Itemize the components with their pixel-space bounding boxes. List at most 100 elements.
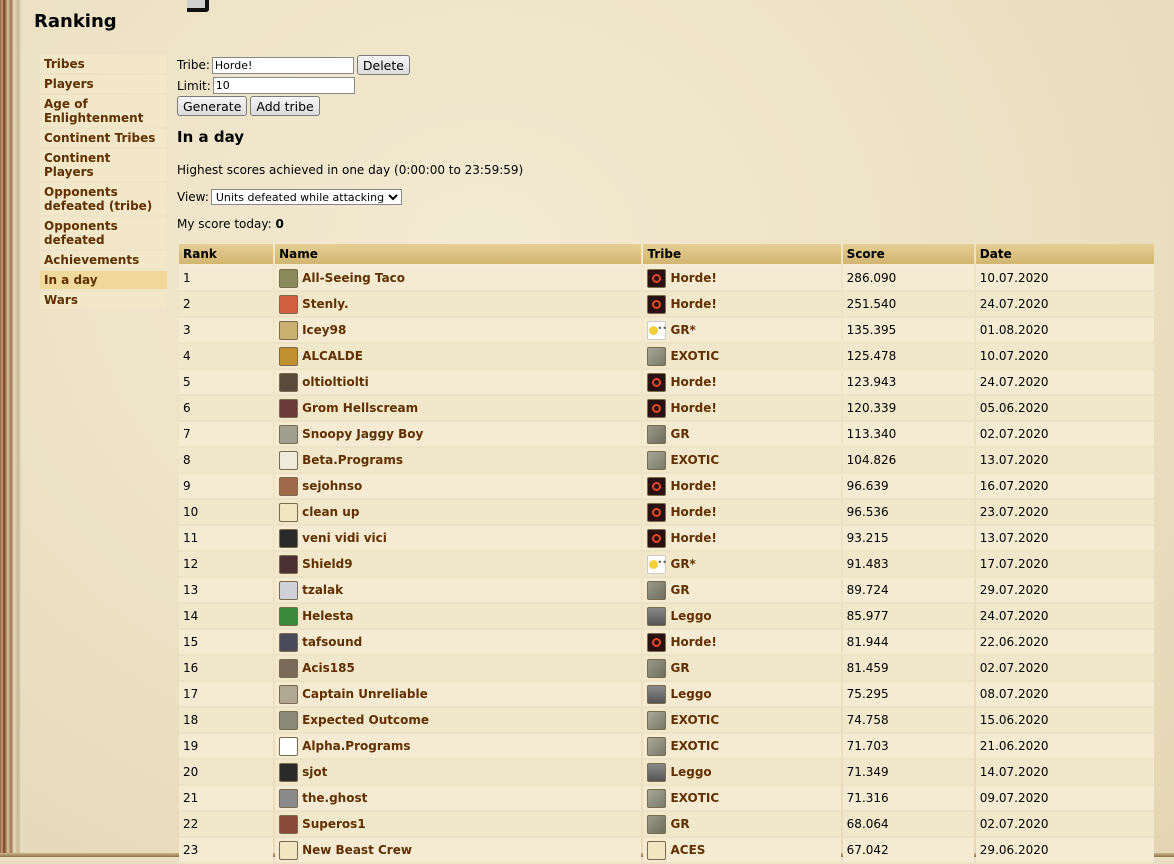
- tribe-link[interactable]: GR*: [670, 323, 695, 337]
- player-avatar-icon[interactable]: [279, 294, 299, 314]
- player-link[interactable]: Captain Unreliable: [302, 687, 428, 701]
- tribe-horde-icon[interactable]: [647, 268, 667, 288]
- player-link[interactable]: sjot: [302, 765, 327, 779]
- player-link[interactable]: clean up: [302, 505, 359, 519]
- sidebar-item-age-of-enlightenment[interactable]: Age of Enlightenment: [40, 95, 167, 127]
- header-score[interactable]: Score: [842, 244, 974, 266]
- tribe-exotic-icon[interactable]: [647, 346, 667, 366]
- player-avatar-icon[interactable]: [279, 606, 299, 626]
- tribe-horde-icon[interactable]: [647, 294, 667, 314]
- player-avatar-icon[interactable]: [279, 424, 299, 444]
- player-avatar-icon[interactable]: [279, 502, 299, 522]
- player-link[interactable]: Alpha.Programs: [302, 739, 410, 753]
- tribe-gr-icon[interactable]: [647, 814, 667, 834]
- player-link[interactable]: Icey98: [302, 323, 346, 337]
- sidebar-item-continent-tribes[interactable]: Continent Tribes: [40, 129, 167, 147]
- player-avatar-icon[interactable]: [279, 710, 299, 730]
- tribe-leggo-icon[interactable]: [647, 606, 667, 626]
- delete-button[interactable]: Delete: [356, 55, 410, 75]
- tribe-horde-icon[interactable]: [647, 476, 667, 496]
- player-avatar-icon[interactable]: [279, 372, 299, 392]
- tribe-gr-star-icon[interactable]: [647, 554, 667, 574]
- player-link[interactable]: Acis185: [302, 661, 355, 675]
- tribe-link[interactable]: Leggo: [670, 609, 711, 623]
- player-avatar-icon[interactable]: [279, 632, 299, 652]
- tribe-link[interactable]: Horde!: [670, 635, 716, 649]
- tribe-leggo-icon[interactable]: [647, 684, 667, 704]
- player-avatar-icon[interactable]: [279, 814, 299, 834]
- tribe-link[interactable]: EXOTIC: [670, 791, 719, 805]
- tribe-link[interactable]: GR: [670, 661, 689, 675]
- tribe-link[interactable]: EXOTIC: [670, 349, 719, 363]
- tribe-link[interactable]: Horde!: [670, 505, 716, 519]
- tribe-gr-icon[interactable]: [647, 580, 667, 600]
- tribe-horde-icon[interactable]: [647, 528, 667, 548]
- player-avatar-icon[interactable]: [279, 684, 299, 704]
- player-link[interactable]: Snoopy Jaggy Boy: [302, 427, 423, 441]
- player-avatar-icon[interactable]: [279, 580, 299, 600]
- player-avatar-icon[interactable]: [279, 398, 299, 418]
- tribe-leggo-icon[interactable]: [647, 762, 667, 782]
- tribe-horde-icon[interactable]: [647, 632, 667, 652]
- player-link[interactable]: Stenly.: [302, 297, 348, 311]
- tribe-link[interactable]: Horde!: [670, 479, 716, 493]
- tribe-horde-icon[interactable]: [647, 398, 667, 418]
- player-avatar-icon[interactable]: [279, 268, 299, 288]
- tribe-link[interactable]: Horde!: [670, 297, 716, 311]
- tribe-horde-icon[interactable]: [647, 502, 667, 522]
- player-avatar-icon[interactable]: [279, 762, 299, 782]
- player-link[interactable]: New Beast Crew: [302, 843, 412, 857]
- tribe-link[interactable]: Leggo: [670, 765, 711, 779]
- generate-button[interactable]: Generate: [177, 96, 248, 116]
- player-avatar-icon[interactable]: [279, 320, 299, 340]
- sidebar-item-opponents-defeated[interactable]: Opponents defeated: [40, 217, 167, 249]
- player-link[interactable]: Expected Outcome: [302, 713, 429, 727]
- tribe-exotic-icon[interactable]: [647, 450, 667, 470]
- player-avatar-icon[interactable]: [279, 450, 299, 470]
- player-link[interactable]: ALCALDE: [302, 349, 363, 363]
- player-avatar-icon[interactable]: [279, 346, 299, 366]
- player-avatar-icon[interactable]: [279, 554, 299, 574]
- tribe-link[interactable]: EXOTIC: [670, 713, 719, 727]
- tribe-link[interactable]: GR*: [670, 557, 695, 571]
- sidebar-item-players[interactable]: Players: [40, 75, 167, 93]
- sidebar-item-in-a-day[interactable]: In a day: [40, 271, 167, 289]
- player-avatar-icon[interactable]: [279, 476, 299, 496]
- tribe-link[interactable]: Horde!: [670, 271, 716, 285]
- tribe-link[interactable]: GR: [670, 817, 689, 831]
- tribe-exotic-icon[interactable]: [647, 788, 667, 808]
- view-select[interactable]: Units defeated while attacking: [210, 189, 402, 205]
- player-avatar-icon[interactable]: [279, 528, 299, 548]
- sidebar-item-continent-players[interactable]: Continent Players: [40, 149, 167, 181]
- player-link[interactable]: veni vidi vici: [302, 531, 387, 545]
- add-tribe-button[interactable]: Add tribe: [250, 96, 320, 116]
- player-link[interactable]: oltioltiolti: [302, 375, 369, 389]
- tribe-link[interactable]: Leggo: [670, 687, 711, 701]
- tribe-link[interactable]: GR: [670, 427, 689, 441]
- header-rank[interactable]: Rank: [179, 244, 274, 266]
- tribe-exotic-icon[interactable]: [647, 710, 667, 730]
- tribe-link[interactable]: Horde!: [670, 375, 716, 389]
- tribe-link[interactable]: EXOTIC: [670, 453, 719, 467]
- tribe-link[interactable]: EXOTIC: [670, 739, 719, 753]
- player-link[interactable]: the.ghost: [302, 791, 367, 805]
- tribe-link[interactable]: GR: [670, 583, 689, 597]
- sidebar-item-wars[interactable]: Wars: [40, 291, 167, 309]
- sidebar-item-achievements[interactable]: Achievements: [40, 251, 167, 269]
- player-link[interactable]: sejohnso: [302, 479, 362, 493]
- limit-input[interactable]: [212, 77, 355, 94]
- player-link[interactable]: Shield9: [302, 557, 353, 571]
- sidebar-item-tribes[interactable]: Tribes: [40, 55, 167, 73]
- tribe-gr-icon[interactable]: [647, 424, 667, 444]
- sidebar-item-opponents-defeated-tribe[interactable]: Opponents defeated (tribe): [40, 183, 167, 215]
- tribe-gr-star-icon[interactable]: [647, 320, 667, 340]
- header-tribe[interactable]: Tribe: [643, 244, 841, 266]
- tribe-exotic-icon[interactable]: [647, 736, 667, 756]
- player-link[interactable]: tzalak: [302, 583, 343, 597]
- header-date[interactable]: Date: [975, 244, 1154, 266]
- tribe-gr-icon[interactable]: [647, 658, 667, 678]
- player-link[interactable]: Helesta: [302, 609, 353, 623]
- tribe-link[interactable]: Horde!: [670, 531, 716, 545]
- player-avatar-icon[interactable]: [279, 788, 299, 808]
- tribe-input[interactable]: [211, 56, 354, 74]
